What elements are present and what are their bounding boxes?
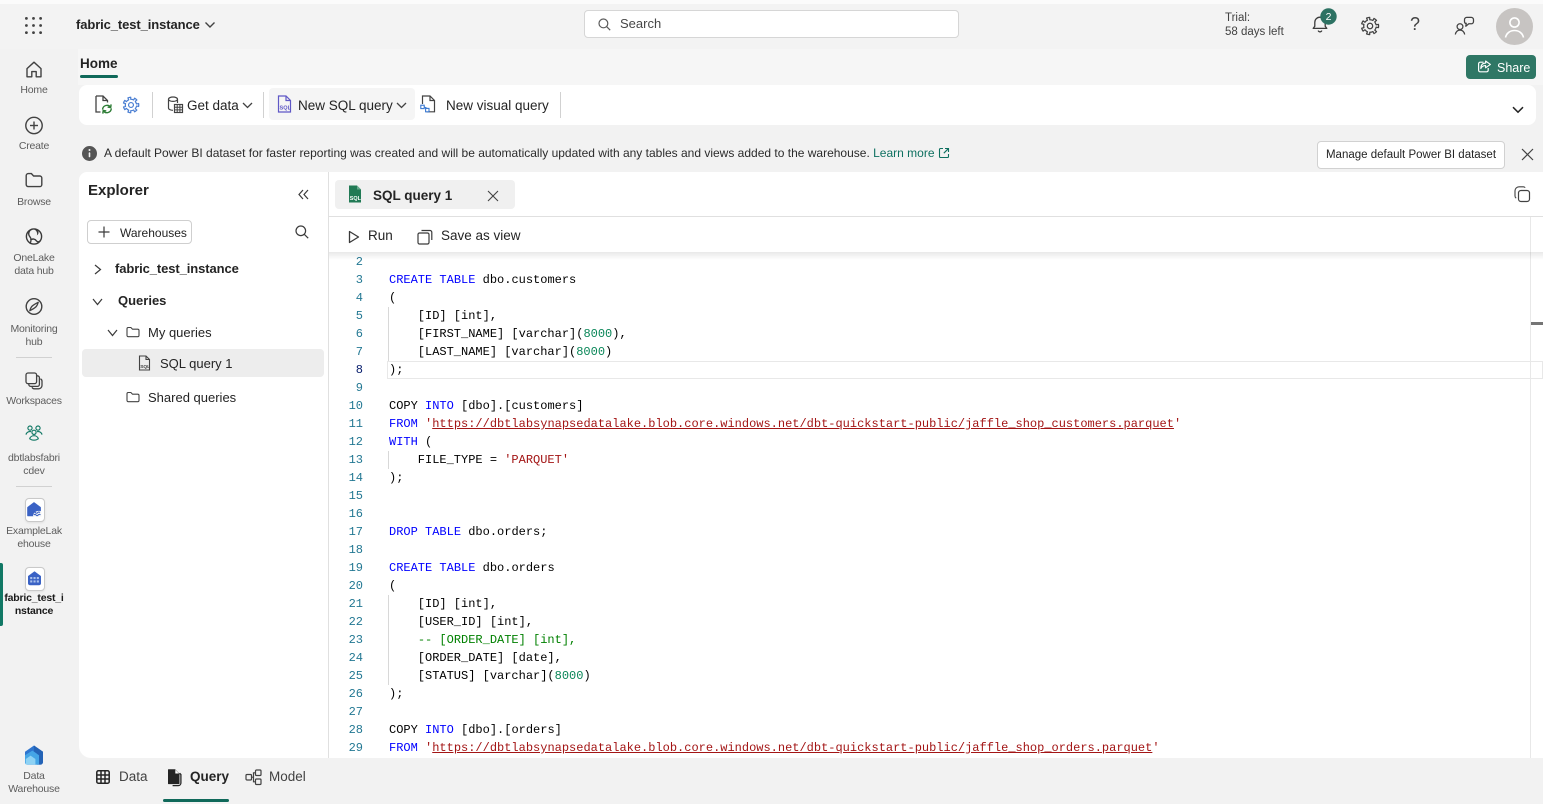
svg-text:2: 2 <box>1326 11 1332 23</box>
svg-text:SQL: SQL <box>140 364 150 370</box>
svg-text:SQL: SQL <box>280 106 292 112</box>
svg-text:SQL: SQL <box>350 196 362 202</box>
